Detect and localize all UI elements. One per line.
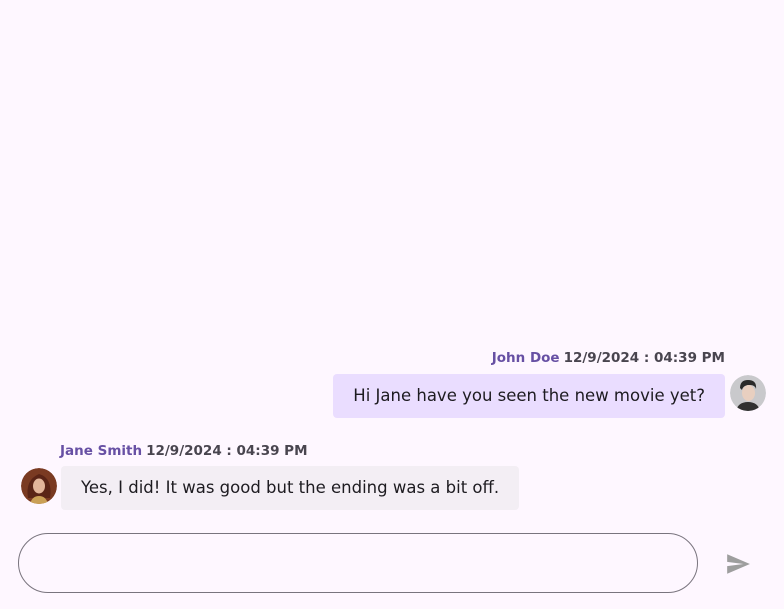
message-meta-john: John Doe 12/9/2024 : 04:39 PM: [492, 350, 725, 366]
send-button[interactable]: [718, 544, 758, 584]
message-bubble-outgoing: Hi Jane have you seen the new movie yet?: [333, 374, 725, 418]
message-author: John Doe: [491, 350, 560, 366]
avatar-john-doe: [730, 375, 766, 411]
message-timestamp: 12/9/2024 : 04:39 PM: [146, 443, 308, 459]
message-text: Hi Jane have you seen the new movie yet?: [353, 386, 705, 405]
message-bubble-incoming: Yes, I did! It was good but the ending w…: [61, 466, 520, 510]
message-author: Jane Smith: [60, 443, 143, 459]
send-icon: [727, 554, 750, 574]
avatar-jane-smith: [21, 468, 57, 504]
message-timestamp: 12/9/2024 : 04:39 PM: [563, 350, 725, 366]
avatar-image: [730, 375, 766, 411]
message-meta-jane: Jane Smith 12/9/2024 : 04:39 PM: [60, 443, 308, 459]
message-text: Yes, I did! It was good but the ending w…: [81, 478, 500, 497]
message-input[interactable]: [19, 534, 697, 592]
message-composer: [18, 533, 698, 593]
avatar-image: [21, 468, 57, 504]
